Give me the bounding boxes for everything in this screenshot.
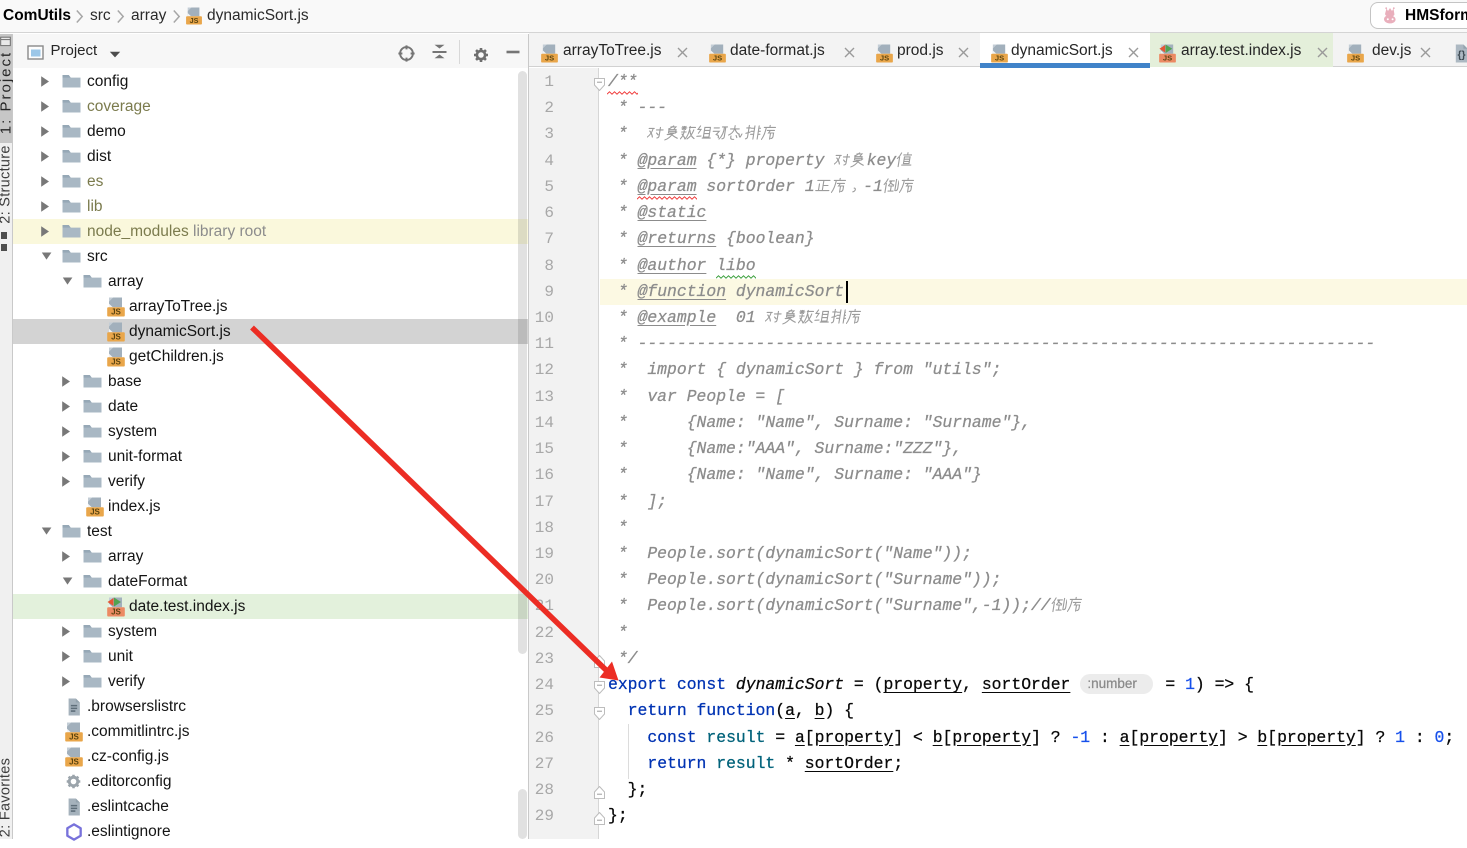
svg-text:JS: JS [111,608,121,617]
svg-text:JS: JS [713,53,722,62]
svg-text:JS: JS [69,758,79,767]
svg-text:JS: JS [1163,53,1172,62]
svg-text:JS: JS [995,53,1004,62]
svg-text:JS: JS [545,53,554,62]
svg-text:JS: JS [1351,53,1360,62]
svg-text:JS: JS [111,308,121,317]
svg-text:JS: JS [111,358,121,367]
svg-text:JS: JS [90,508,100,517]
svg-text:JS: JS [190,16,199,25]
svg-text:JS: JS [111,333,121,342]
svg-text:JS: JS [880,53,889,62]
svg-text:{}: {} [1457,49,1465,60]
svg-text:JS: JS [69,733,79,742]
